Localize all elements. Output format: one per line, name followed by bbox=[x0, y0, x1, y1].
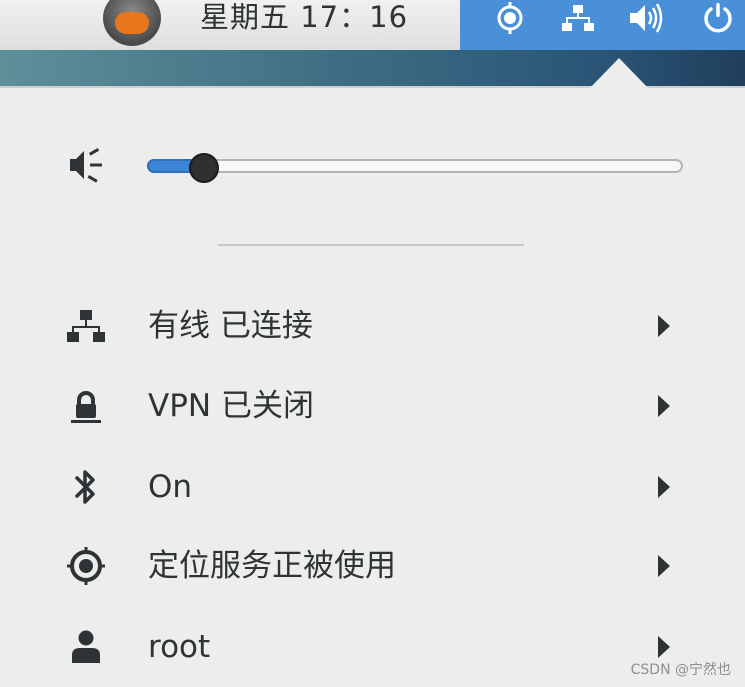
menu-item-bluetooth[interactable]: On bbox=[0, 451, 745, 523]
submenu-arrow-icon bbox=[658, 555, 670, 577]
menu-item-label: On bbox=[148, 469, 193, 505]
volume-slider[interactable] bbox=[147, 153, 683, 183]
power-icon[interactable] bbox=[700, 2, 736, 34]
menu-item-wired[interactable]: 有线 已连接 bbox=[0, 290, 745, 362]
activities-app-icon[interactable] bbox=[103, 0, 161, 46]
watermark: CSDN @宁然也 bbox=[630, 662, 731, 678]
user-icon bbox=[64, 627, 108, 667]
volume-slider-handle[interactable] bbox=[189, 153, 219, 183]
menu-item-vpn[interactable]: VPN 已关闭 bbox=[0, 370, 745, 442]
submenu-arrow-icon bbox=[658, 395, 670, 417]
menu-item-label: 有线 已连接 bbox=[148, 308, 313, 344]
vpn-lock-icon bbox=[64, 386, 108, 426]
menu-item-label: VPN 已关闭 bbox=[148, 388, 314, 424]
submenu-arrow-icon bbox=[658, 476, 670, 498]
submenu-arrow-icon bbox=[658, 636, 670, 658]
menu-item-label: root bbox=[148, 629, 211, 665]
submenu-arrow-icon bbox=[658, 315, 670, 337]
top-bar: 星期五 17：16 bbox=[0, 0, 745, 50]
location-icon bbox=[64, 546, 108, 586]
menu-item-label: 定位服务正被使用 bbox=[148, 548, 396, 584]
clock[interactable]: 星期五 17：16 bbox=[200, 0, 408, 34]
menu-separator bbox=[218, 244, 524, 246]
volume-slider-track[interactable] bbox=[147, 159, 683, 173]
top-bar-left: 星期五 17：16 bbox=[0, 0, 460, 50]
volume-low-icon[interactable] bbox=[66, 145, 108, 185]
wired-network-icon[interactable] bbox=[560, 2, 596, 34]
popup-pointer bbox=[589, 58, 649, 89]
menu-item-location[interactable]: 定位服务正被使用 bbox=[0, 530, 745, 602]
system-tray[interactable] bbox=[460, 0, 745, 50]
bluetooth-icon bbox=[64, 467, 108, 507]
location-icon[interactable] bbox=[492, 2, 528, 34]
volume-icon[interactable] bbox=[628, 2, 664, 34]
wired-network-icon bbox=[64, 306, 108, 346]
